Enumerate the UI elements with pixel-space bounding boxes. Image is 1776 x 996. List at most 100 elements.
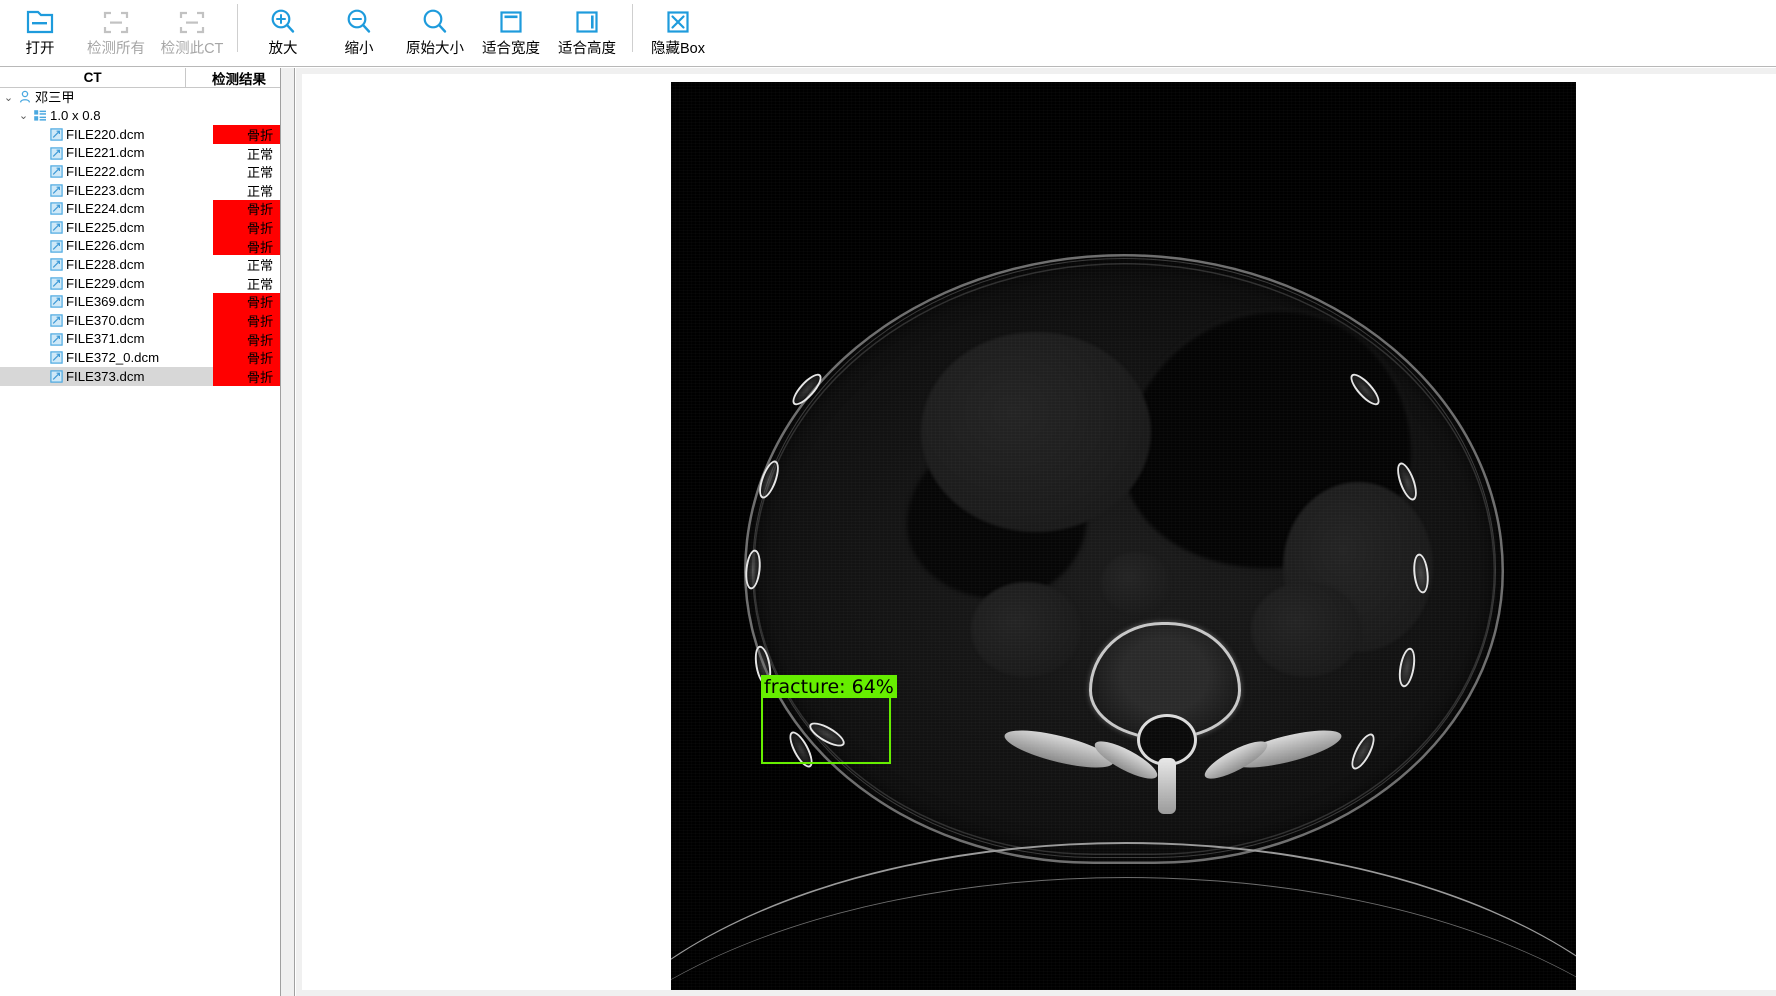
dicom-file-icon xyxy=(46,277,66,290)
tree-item-patient[interactable]: ⌄ 邓三甲 xyxy=(0,88,280,107)
tree-item-file[interactable]: FILE369.dcm 骨折 xyxy=(0,292,280,312)
tree-item-file[interactable]: FILE372_0.dcm 骨折 xyxy=(0,348,280,367)
actual-size-icon xyxy=(415,5,455,39)
tree-item-file[interactable]: FILE223.dcm 正常 xyxy=(0,181,280,200)
file-name: FILE225.dcm xyxy=(66,219,145,235)
column-header-result[interactable]: 检测结果 xyxy=(186,68,280,87)
detection-result-cell: 骨折 xyxy=(213,236,280,256)
dicom-file-icon xyxy=(46,221,66,234)
hide-box-button[interactable]: 隐藏Box xyxy=(640,0,716,64)
detection-result-cell: 骨折 xyxy=(213,199,280,219)
tree-item-file[interactable]: FILE371.dcm 骨折 xyxy=(0,329,280,349)
file-name: FILE369.dcm xyxy=(66,294,145,310)
fit-width-icon xyxy=(491,5,531,39)
zoom-in-icon xyxy=(263,5,303,39)
hide-box-button-label: 隐藏Box xyxy=(651,41,705,57)
dicom-file-icon xyxy=(46,184,66,197)
ct-organ-kidney-left xyxy=(971,582,1081,677)
file-name: FILE220.dcm xyxy=(66,126,145,142)
tree-item-file[interactable]: FILE222.dcm 正常 xyxy=(0,162,280,181)
ct-organ-liver xyxy=(921,332,1151,532)
detection-result-cell: 正常 xyxy=(213,274,280,293)
detection-result-text: 骨折 xyxy=(246,295,274,311)
panel-splitter[interactable] xyxy=(281,68,295,996)
ct-organ-aorta xyxy=(1101,552,1171,614)
detection-result-text: 正常 xyxy=(246,183,274,199)
file-name: FILE223.dcm xyxy=(66,182,145,198)
file-name: FILE224.dcm xyxy=(66,201,145,217)
file-name: FILE221.dcm xyxy=(66,145,145,161)
series-icon xyxy=(30,109,50,122)
ct-slice-image[interactable]: fracture: 64% xyxy=(671,82,1576,990)
zoom-in-button[interactable]: 放大 xyxy=(245,0,321,64)
column-header-ct[interactable]: CT xyxy=(0,68,185,87)
tree-header: CT 检测结果 xyxy=(0,68,280,88)
tree-item-file[interactable]: FILE225.dcm 骨折 xyxy=(0,218,280,237)
detection-result-cell: 骨折 xyxy=(213,366,280,386)
detection-result-text: 骨折 xyxy=(246,239,274,255)
person-icon xyxy=(15,90,35,104)
toolbar: 打开 检测所有 检测此CT 放大 缩小 原始大小 适合宽度 适合高度 隐藏Box xyxy=(0,0,1776,67)
file-row-list: FILE220.dcm 骨折 FILE221.dcm 正常 FILE222.dcm 正常 F… xyxy=(0,125,280,386)
tree-item-file[interactable]: FILE228.dcm 正常 xyxy=(0,255,280,274)
detection-result-cell: 正常 xyxy=(213,162,280,181)
detection-result-cell: 骨折 xyxy=(213,218,280,237)
open-button[interactable]: 打开 xyxy=(2,0,78,64)
detection-bounding-box[interactable]: fracture: 64% xyxy=(761,675,897,764)
file-name: FILE229.dcm xyxy=(66,275,145,291)
actual-size-button[interactable]: 原始大小 xyxy=(397,0,473,64)
detection-result-text: 骨折 xyxy=(246,332,274,348)
detection-result-cell: 骨折 xyxy=(213,348,280,367)
open-folder-icon xyxy=(20,5,60,39)
fit-height-button[interactable]: 适合高度 xyxy=(549,0,625,64)
dicom-file-icon xyxy=(46,146,66,160)
fit-height-icon xyxy=(567,5,607,39)
tree-item-file[interactable]: FILE370.dcm 骨折 xyxy=(0,311,280,330)
dicom-file-icon xyxy=(46,165,66,178)
dicom-file-icon xyxy=(46,202,66,216)
patient-expand-chevron-icon[interactable]: ⌄ xyxy=(2,91,15,104)
tree-item-file[interactable]: FILE224.dcm 骨折 xyxy=(0,199,280,219)
open-button-label: 打开 xyxy=(25,41,55,57)
detection-result-text: 骨折 xyxy=(246,220,274,236)
tree-item-file[interactable]: FILE229.dcm 正常 xyxy=(0,274,280,293)
image-canvas[interactable]: fracture: 64% xyxy=(302,74,1776,990)
detect-all-button-label: 检测所有 xyxy=(87,41,145,57)
detection-result-text: 骨折 xyxy=(246,351,274,367)
dicom-file-icon xyxy=(46,295,66,309)
ct-tree-panel: CT 检测结果 ⌄ 邓三甲 ⌄ 1.0 x 0.8 FILE220.dcm 骨折… xyxy=(0,68,281,996)
toolbar-separator-1 xyxy=(237,4,238,52)
detect-current-button[interactable]: 检测此CT xyxy=(154,0,230,64)
scan-all-icon xyxy=(96,5,136,39)
detection-result-text: 骨折 xyxy=(246,202,274,218)
file-name: FILE371.dcm xyxy=(66,331,145,347)
dicom-file-icon xyxy=(46,332,66,346)
fit-height-button-label: 适合高度 xyxy=(558,41,616,57)
dicom-file-icon xyxy=(46,128,66,141)
tree-item-file[interactable]: FILE221.dcm 正常 xyxy=(0,144,280,163)
file-name: FILE228.dcm xyxy=(66,257,145,273)
series-expand-chevron-icon[interactable]: ⌄ xyxy=(17,109,30,122)
detection-result-cell: 骨折 xyxy=(213,125,280,144)
file-name: FILE370.dcm xyxy=(66,312,145,328)
detection-result-text: 正常 xyxy=(246,276,274,292)
toolbar-separator-2 xyxy=(632,4,633,52)
tree-item-file[interactable]: FILE373.dcm 骨折 xyxy=(0,366,280,386)
tree-body: ⌄ 邓三甲 ⌄ 1.0 x 0.8 FILE220.dcm 骨折 FILE221… xyxy=(0,88,280,386)
series-name: 1.0 x 0.8 xyxy=(50,108,101,124)
detect-all-button[interactable]: 检测所有 xyxy=(78,0,154,64)
dicom-file-icon xyxy=(46,258,66,271)
dicom-file-icon xyxy=(46,314,66,327)
zoom-out-button[interactable]: 缩小 xyxy=(321,0,397,64)
detection-result-cell: 骨折 xyxy=(213,311,280,330)
detection-result-text: 骨折 xyxy=(246,313,274,329)
zoom-out-icon xyxy=(339,5,379,39)
detection-result-text: 正常 xyxy=(246,258,274,274)
detection-result-text: 骨折 xyxy=(246,127,274,143)
fit-width-button[interactable]: 适合宽度 xyxy=(473,0,549,64)
tree-item-file[interactable]: FILE226.dcm 骨折 xyxy=(0,236,280,256)
tree-item-series[interactable]: ⌄ 1.0 x 0.8 xyxy=(0,107,280,126)
image-viewer-panel: fracture: 64% xyxy=(296,68,1776,996)
tree-item-file[interactable]: FILE220.dcm 骨折 xyxy=(0,125,280,144)
detection-result-text: 正常 xyxy=(246,165,274,181)
